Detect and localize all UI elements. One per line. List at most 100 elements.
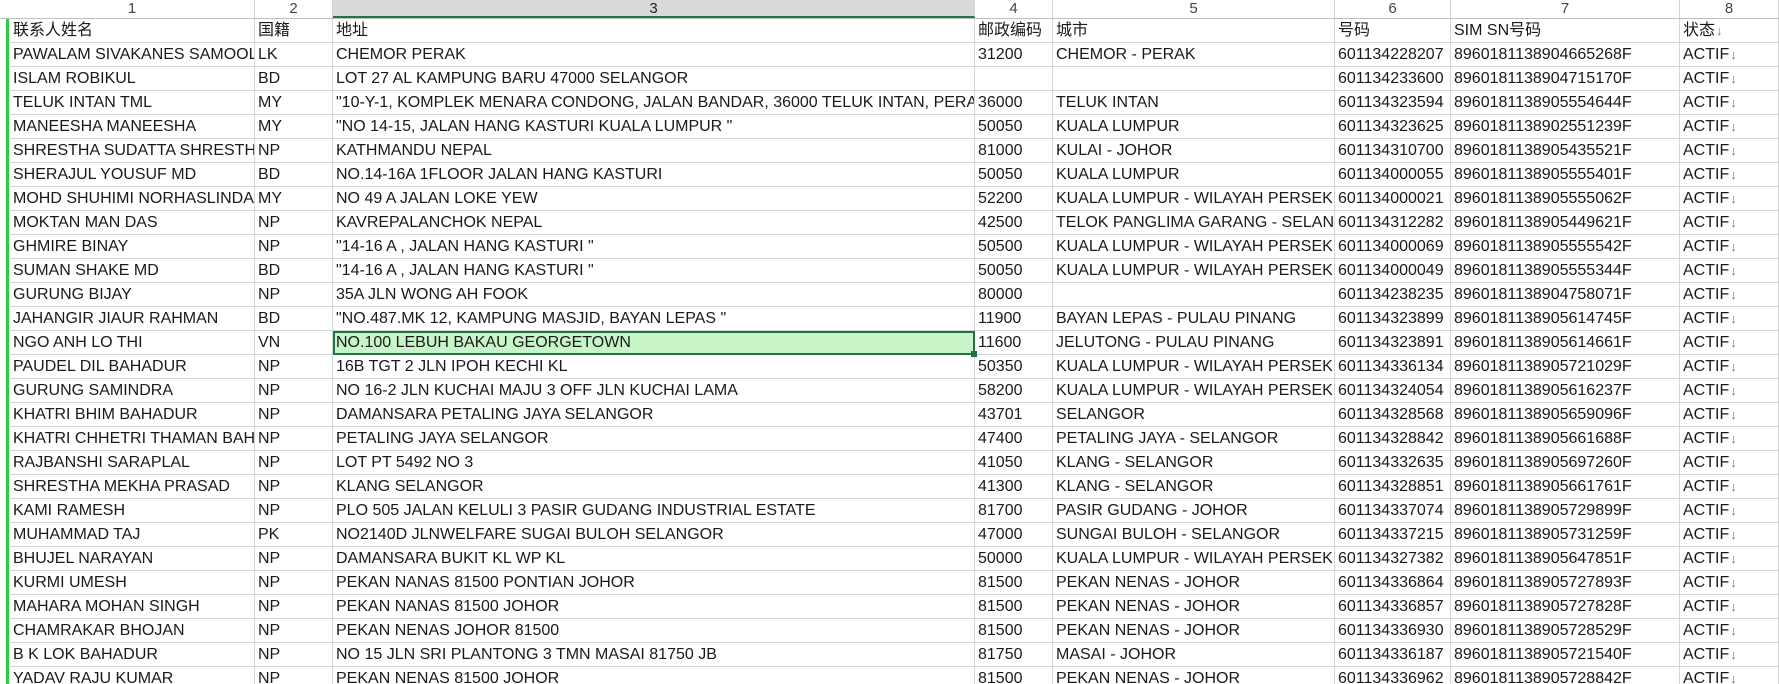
table-cell[interactable]: ACTIF↓ [1680, 523, 1779, 547]
table-cell[interactable]: ACTIF↓ [1680, 643, 1779, 667]
table-cell[interactable]: 50000 [975, 547, 1053, 571]
table-cell[interactable]: PAWALAM SIVAKANES SAMOOLK [10, 43, 255, 67]
table-cell[interactable]: 601134323899 [1335, 307, 1451, 331]
table-cell[interactable]: ACTIF↓ [1680, 619, 1779, 643]
table-cell[interactable]: NO.14-16A 1FLOOR JALAN HANG KASTURI [333, 163, 975, 187]
table-cell[interactable]: LOT 27 AL KAMPUNG BARU 47000 SELANGOR [333, 67, 975, 91]
table-cell[interactable]: 50350 [975, 355, 1053, 379]
table-cell[interactable]: GHMIRE BINAY [10, 235, 255, 259]
table-cell[interactable]: SELANGOR [1053, 403, 1335, 427]
table-cell[interactable]: GURUNG SAMINDRA [10, 379, 255, 403]
table-cell[interactable]: CHEMOR - PERAK [1053, 43, 1335, 67]
table-cell[interactable]: 601134337215 [1335, 523, 1451, 547]
table-cell[interactable]: 601134336134 [1335, 355, 1451, 379]
table-cell[interactable]: GURUNG BIJAY [10, 283, 255, 307]
table-cell[interactable]: 601134000055 [1335, 163, 1451, 187]
table-cell[interactable]: ACTIF↓ [1680, 115, 1779, 139]
table-cell[interactable]: PEKAN NENAS 81500 JOHOR [333, 667, 975, 684]
table-cell[interactable]: ACTIF↓ [1680, 667, 1779, 684]
table-cell[interactable]: 8960181138905555401F [1451, 163, 1680, 187]
table-cell[interactable]: NP [255, 571, 333, 595]
table-cell[interactable]: 601134328851 [1335, 475, 1451, 499]
table-cell[interactable]: KULAI - JOHOR [1053, 139, 1335, 163]
table-cell[interactable]: 601134000049 [1335, 259, 1451, 283]
table-cell[interactable]: SHERAJUL YOUSUF MD [10, 163, 255, 187]
table-cell[interactable]: 601134336864 [1335, 571, 1451, 595]
table-cell[interactable]: LK [255, 43, 333, 67]
table-cell[interactable]: TELOK PANGLIMA GARANG - SELANGOR [1053, 211, 1335, 235]
table-cell[interactable]: NP [255, 499, 333, 523]
header-cell[interactable]: 地址 [333, 19, 975, 43]
table-cell[interactable]: "NO.487.MK 12, KAMPUNG MASJID, BAYAN LEP… [333, 307, 975, 331]
spreadsheet[interactable]: 12345678 联系人姓名 国籍 地址 邮政编码 城市 号码 SIM SN号码 状态↓ PAW… [0, 0, 1779, 684]
table-cell[interactable]: 8960181138905555344F [1451, 259, 1680, 283]
table-cell[interactable]: PK [255, 523, 333, 547]
table-cell[interactable]: SUNGAI BULOH - SELANGOR [1053, 523, 1335, 547]
table-cell[interactable]: NO 49 A JALAN LOKE YEW [333, 187, 975, 211]
table-cell[interactable]: ACTIF↓ [1680, 139, 1779, 163]
table-cell[interactable]: "10-Y-1, KOMPLEK MENARA CONDONG, JALAN B… [333, 91, 975, 115]
table-cell[interactable]: ISLAM ROBIKUL [10, 67, 255, 91]
table-cell[interactable]: ACTIF↓ [1680, 403, 1779, 427]
table-cell[interactable] [1053, 283, 1335, 307]
table-cell[interactable]: PEKAN NENAS - JOHOR [1053, 571, 1335, 595]
fill-handle[interactable] [971, 351, 977, 357]
table-cell[interactable]: 601134000021 [1335, 187, 1451, 211]
table-cell[interactable]: 41050 [975, 451, 1053, 475]
table-cell[interactable]: ACTIF↓ [1680, 595, 1779, 619]
cell-grid[interactable]: 联系人姓名 国籍 地址 邮政编码 城市 号码 SIM SN号码 状态↓ PAWALAM SIVA… [0, 19, 1779, 684]
table-cell[interactable]: 11600 [975, 331, 1053, 355]
header-cell[interactable]: 联系人姓名 [10, 19, 255, 43]
table-cell[interactable] [975, 67, 1053, 91]
table-cell[interactable]: 601134312282 [1335, 211, 1451, 235]
table-cell[interactable]: PEKAN NENAS - JOHOR [1053, 595, 1335, 619]
table-cell[interactable]: ACTIF↓ [1680, 283, 1779, 307]
table-cell[interactable]: PEKAN NANAS 81500 JOHOR [333, 595, 975, 619]
table-cell[interactable]: 601134336962 [1335, 667, 1451, 684]
table-cell[interactable]: KUALA LUMPUR [1053, 163, 1335, 187]
table-cell[interactable]: ACTIF↓ [1680, 91, 1779, 115]
table-cell[interactable]: NP [255, 595, 333, 619]
table-cell[interactable]: 8960181138905661688F [1451, 427, 1680, 451]
table-cell[interactable]: PLO 505 JALAN KELULI 3 PASIR GUDANG INDU… [333, 499, 975, 523]
table-cell[interactable]: SUMAN SHAKE MD [10, 259, 255, 283]
table-cell[interactable]: CHEMOR PERAK [333, 43, 975, 67]
column-header-1[interactable]: 1 [10, 0, 255, 18]
table-cell[interactable]: "14-16 A , JALAN HANG KASTURI " [333, 235, 975, 259]
table-cell[interactable]: 58200 [975, 379, 1053, 403]
table-cell[interactable]: ACTIF↓ [1680, 211, 1779, 235]
table-cell[interactable]: ACTIF↓ [1680, 67, 1779, 91]
table-cell[interactable]: 8960181138905697260F [1451, 451, 1680, 475]
table-cell[interactable]: NP [255, 211, 333, 235]
table-cell[interactable]: 601134000069 [1335, 235, 1451, 259]
table-cell[interactable]: 8960181138904758071F [1451, 283, 1680, 307]
table-cell[interactable]: B K LOK BAHADUR [10, 643, 255, 667]
table-cell[interactable]: KUALA LUMPUR - WILAYAH PERSEKUTUAN [1053, 187, 1335, 211]
table-cell[interactable]: ACTIF↓ [1680, 43, 1779, 67]
table-cell[interactable]: 601134228207 [1335, 43, 1451, 67]
table-cell[interactable]: BD [255, 67, 333, 91]
table-cell[interactable]: BD [255, 259, 333, 283]
table-cell[interactable]: MAHARA MOHAN SINGH [10, 595, 255, 619]
table-cell[interactable]: MANEESHA MANEESHA [10, 115, 255, 139]
header-cell[interactable]: 状态↓ [1680, 19, 1779, 43]
table-cell[interactable]: 81000 [975, 139, 1053, 163]
table-cell[interactable]: PEKAN NENAS - JOHOR [1053, 619, 1335, 643]
table-cell[interactable]: 8960181138905728529F [1451, 619, 1680, 643]
table-cell[interactable]: 8960181138905728842F [1451, 667, 1680, 684]
table-cell[interactable]: NGO ANH LO THI [10, 331, 255, 355]
table-cell[interactable]: 80000 [975, 283, 1053, 307]
table-cell[interactable]: PAUDEL DIL BAHADUR [10, 355, 255, 379]
table-cell[interactable]: 601134324054 [1335, 379, 1451, 403]
table-cell[interactable]: 50050 [975, 163, 1053, 187]
table-cell[interactable]: 41300 [975, 475, 1053, 499]
table-cell[interactable]: MY [255, 187, 333, 211]
column-header-7[interactable]: 7 [1451, 0, 1680, 18]
table-cell[interactable]: 50050 [975, 259, 1053, 283]
table-cell[interactable]: MY [255, 115, 333, 139]
table-cell[interactable]: 601134332635 [1335, 451, 1451, 475]
sort-arrow-icon[interactable]: ↓ [1716, 23, 1723, 38]
table-cell[interactable]: 8960181138905616237F [1451, 379, 1680, 403]
table-cell[interactable]: NP [255, 379, 333, 403]
table-cell[interactable]: NP [255, 283, 333, 307]
